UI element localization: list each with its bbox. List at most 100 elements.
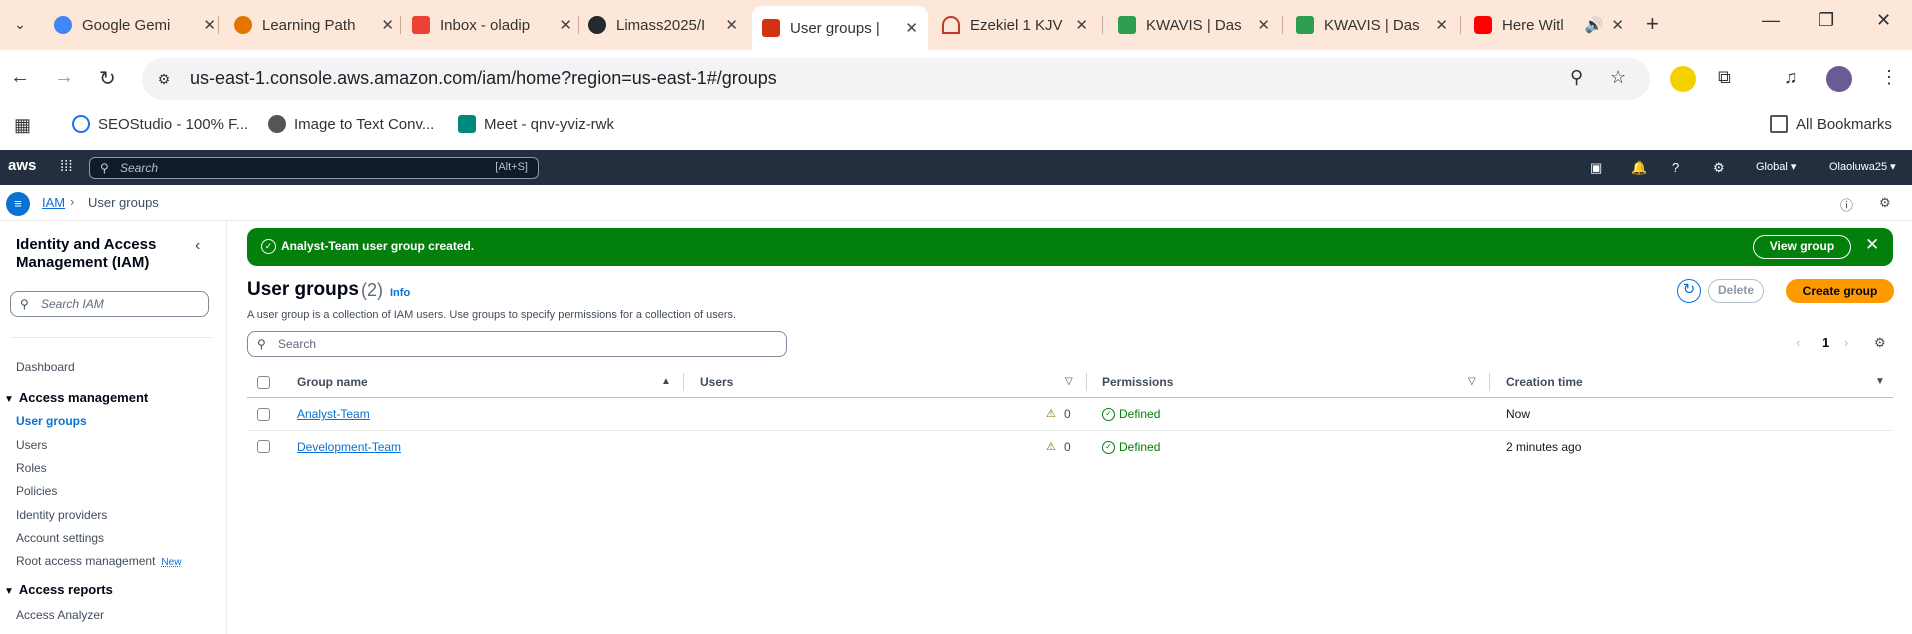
sidebar-item-account-settings[interactable]: Account settings <box>16 531 104 545</box>
kwavis-icon <box>1118 16 1136 34</box>
cloudshell-icon[interactable]: ▣ <box>1590 160 1602 176</box>
close-tab-icon[interactable]: ✕ <box>559 16 572 34</box>
services-grid-icon[interactable]: ⁞⁞⁞ <box>60 158 73 175</box>
media-control-icon[interactable]: ♫ <box>1784 67 1798 88</box>
sidebar-item-users[interactable]: Users <box>16 438 47 452</box>
column-divider[interactable] <box>1086 373 1087 391</box>
restore-icon[interactable]: ❐ <box>1818 10 1834 31</box>
browser-tab[interactable]: Google Gemi ✕ <box>44 8 226 42</box>
sidebar-item-user-groups[interactable]: User groups <box>16 414 87 428</box>
next-page-icon[interactable]: › <box>1844 335 1848 350</box>
tab-title: Learning Path <box>262 16 356 34</box>
group-name-link[interactable]: Analyst-Team <box>297 407 370 421</box>
apps-grid-icon[interactable]: ▦ <box>14 115 31 136</box>
speaker-icon[interactable]: 🔊 <box>1585 16 1604 34</box>
view-group-button[interactable]: View group <box>1753 235 1851 259</box>
sidebar-item-roles[interactable]: Roles <box>16 461 47 475</box>
bookmark-item[interactable]: Meet - qnv-yviz-rwk <box>458 115 614 133</box>
page-number[interactable]: 1 <box>1822 335 1829 350</box>
sort-ascending-icon[interactable]: ▲ <box>661 376 671 387</box>
sidebar-section-access-reports[interactable]: ▼ Access reports <box>4 582 113 597</box>
column-header-permissions[interactable]: Permissions <box>1102 375 1173 389</box>
browser-tab-active[interactable]: User groups | ✕ <box>752 6 928 50</box>
close-tab-icon[interactable]: ✕ <box>1257 16 1270 34</box>
dismiss-icon[interactable]: ✕ <box>1865 235 1879 255</box>
sidebar-search-input[interactable]: ⚲ Search IAM <box>10 291 209 317</box>
permissions-label: Defined <box>1119 440 1161 454</box>
tab-search-dropdown-icon[interactable]: ⌄ <box>8 12 32 36</box>
preferences-icon[interactable]: ⚙ <box>1879 195 1891 211</box>
sidebar-item-access-analyzer[interactable]: Access Analyzer <box>16 608 104 622</box>
table-settings-icon[interactable]: ⚙ <box>1874 335 1886 351</box>
row-checkbox[interactable] <box>257 440 270 453</box>
browser-tab[interactable]: Learning Path ✕ <box>224 8 404 42</box>
settings-gear-icon[interactable]: ⚙ <box>1713 160 1725 176</box>
info-link[interactable]: Info <box>390 287 410 299</box>
close-tab-icon[interactable]: ✕ <box>381 16 394 34</box>
back-icon[interactable]: ← <box>10 66 30 89</box>
url-text[interactable]: us-east-1.console.aws.amazon.com/iam/hom… <box>190 68 777 89</box>
minimize-icon[interactable]: — <box>1762 10 1780 31</box>
sidebar-item-dashboard[interactable]: Dashboard <box>16 360 75 374</box>
site-info-icon[interactable]: ⚙ <box>152 67 176 91</box>
refresh-button[interactable]: ↻ <box>1677 279 1701 303</box>
bookmark-star-icon[interactable]: ☆ <box>1610 67 1626 88</box>
close-tab-icon[interactable]: ✕ <box>1435 16 1448 34</box>
breadcrumb-iam[interactable]: IAM <box>42 195 65 210</box>
profile-avatar[interactable] <box>1826 66 1852 92</box>
sidebar-item-identity-providers[interactable]: Identity providers <box>16 508 107 522</box>
menu-hamburger-icon[interactable]: ≡ <box>6 192 30 216</box>
column-divider[interactable] <box>683 373 684 391</box>
search-shortcut: [Alt+S] <box>495 161 528 173</box>
sidebar-item-policies[interactable]: Policies <box>16 484 57 498</box>
sort-icon[interactable]: ▽ <box>1468 376 1476 387</box>
new-tab-icon[interactable]: + <box>1646 11 1659 37</box>
account-menu[interactable]: Olaoluwa25 ▾ <box>1829 160 1896 173</box>
browser-tab[interactable]: Inbox - oladip ✕ <box>402 8 582 42</box>
close-window-icon[interactable]: ✕ <box>1876 10 1891 31</box>
sidebar-item-root-access-management[interactable]: Root access management New <box>16 554 181 568</box>
sidebar-section-access-management[interactable]: ▼ Access management <box>4 390 148 405</box>
help-icon[interactable]: ? <box>1672 160 1679 175</box>
browser-tab[interactable]: Here Witl 🔊 ✕ <box>1464 8 1634 42</box>
browser-tab[interactable]: KWAVIS | Das ✕ <box>1108 8 1280 42</box>
delete-button[interactable]: Delete <box>1708 279 1764 303</box>
column-header-group-name[interactable]: Group name <box>297 375 368 389</box>
group-name-link[interactable]: Development-Team <box>297 440 401 454</box>
browser-tab[interactable]: KWAVIS | Das ✕ <box>1286 8 1458 42</box>
extensions-puzzle-icon[interactable]: ⧉ <box>1718 67 1731 88</box>
column-header-creation-time[interactable]: Creation time <box>1506 375 1583 389</box>
close-tab-icon[interactable]: ✕ <box>1611 16 1624 34</box>
table-search-input[interactable]: ⚲ Search <box>247 331 787 357</box>
tab-title: User groups | <box>790 19 880 37</box>
all-bookmarks[interactable]: All Bookmarks <box>1770 115 1892 133</box>
chrome-menu-icon[interactable]: ⋮ <box>1880 67 1898 88</box>
close-tab-icon[interactable]: ✕ <box>1075 16 1088 34</box>
browser-tab[interactable]: Limass2025/I ✕ <box>578 8 748 42</box>
extension-icon[interactable] <box>1670 66 1696 92</box>
close-tab-icon[interactable]: ✕ <box>905 19 918 37</box>
select-all-checkbox[interactable] <box>257 376 270 389</box>
close-tab-icon[interactable]: ✕ <box>725 16 738 34</box>
notifications-bell-icon[interactable]: 🔔 <box>1631 160 1647 176</box>
reload-icon[interactable]: ↻ <box>99 66 116 91</box>
row-checkbox[interactable] <box>257 408 270 421</box>
sort-icon[interactable]: ▽ <box>1065 376 1073 387</box>
bookmark-item[interactable]: SEOStudio - 100% F... <box>72 115 248 133</box>
browser-tab[interactable]: Ezekiel 1 KJV ✕ <box>932 8 1098 42</box>
info-circle-icon[interactable]: ⓘ <box>1840 195 1853 214</box>
zoom-icon[interactable]: ⚲ <box>1570 67 1583 88</box>
bookmark-item[interactable]: Image to Text Conv... <box>268 115 434 133</box>
prev-page-icon[interactable]: ‹ <box>1796 335 1800 350</box>
forward-icon[interactable]: → <box>54 66 74 89</box>
column-divider[interactable] <box>1489 373 1490 391</box>
aws-logo[interactable]: aws <box>8 157 36 174</box>
sort-icon[interactable]: ▼ <box>1875 376 1885 387</box>
close-tab-icon[interactable]: ✕ <box>203 16 216 34</box>
aws-search-input[interactable]: ⚲ Search [Alt+S] <box>89 157 539 179</box>
github-icon <box>588 16 606 34</box>
region-selector[interactable]: Global ▾ <box>1756 160 1796 173</box>
collapse-sidebar-icon[interactable]: ‹ <box>195 237 200 255</box>
create-group-button[interactable]: Create group <box>1786 279 1894 303</box>
column-header-users[interactable]: Users <box>700 375 733 389</box>
